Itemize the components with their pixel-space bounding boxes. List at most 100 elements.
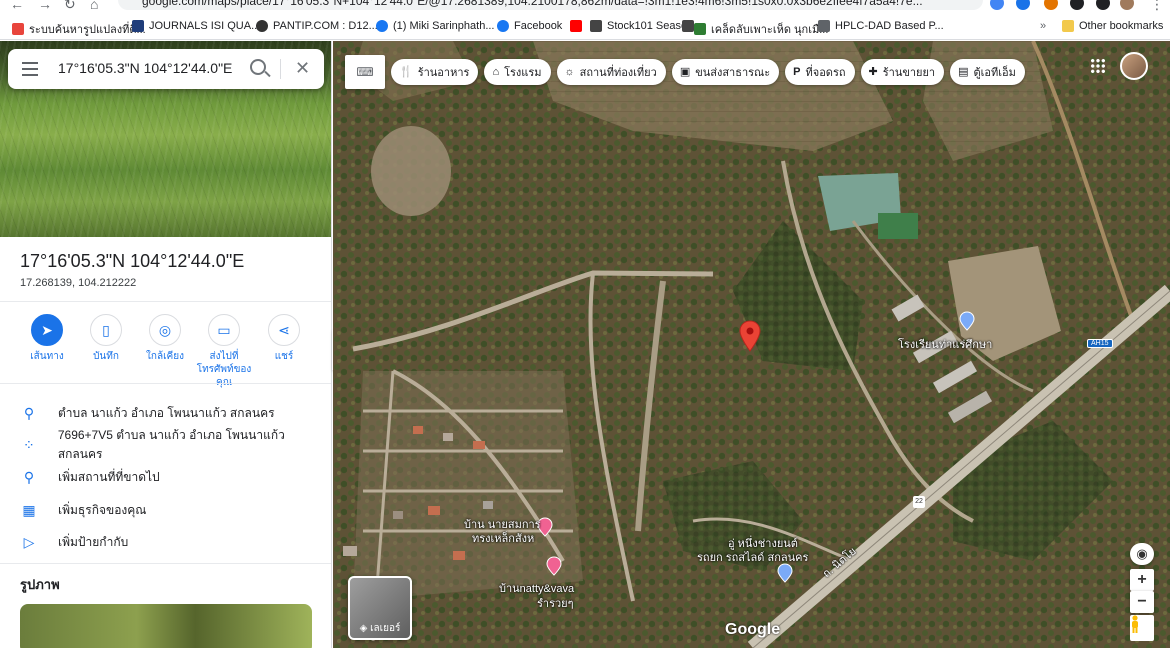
chip-label: ร้านอาหาร <box>417 66 470 79</box>
my-location-icon: ◉ <box>1136 546 1148 561</box>
extension-icon[interactable] <box>1044 0 1058 10</box>
satellite-map[interactable]: ⌨ 🍴 ร้านอาหาร ⌂ โรงแรม ☼ สถานที่ท่องเที่ยว … <box>333 41 1170 648</box>
keyboard-icon[interactable]: ⌨ <box>345 55 385 89</box>
action-label: แชร์ <box>274 351 294 362</box>
chip-label: ขนส่งสาธารณะ <box>695 66 771 79</box>
nearby-button[interactable]: ◎ ใกล้เคียง <box>135 314 195 363</box>
menu-kebab-icon[interactable]: ⋮ <box>1150 0 1164 13</box>
add-missing-place-row[interactable]: ⚲ เพิ่มสถานที่ที่ขาดไป <box>0 462 331 492</box>
bookmark-item[interactable]: PANTIP.COM : D12... <box>256 20 378 32</box>
bookmark-item[interactable]: Stock101 Seaso... <box>590 20 696 32</box>
chip-atm[interactable]: ▤ ตู้เอทีเอ็ม <box>950 58 1025 85</box>
search-divider <box>280 59 281 79</box>
poi-label[interactable]: รำรวยๆ <box>537 594 574 612</box>
extension-icon[interactable] <box>990 0 1004 10</box>
my-location-button[interactable]: ◉ <box>1130 543 1154 565</box>
add-business-row[interactable]: ▦ เพิ่มธุรกิจของคุณ <box>0 495 331 525</box>
chip-parking[interactable]: P ที่จอดรถ <box>785 58 855 85</box>
bookmark-icon: ▯ <box>90 314 122 346</box>
car-repair-pin-icon[interactable] <box>777 563 793 583</box>
sidepanel-icon[interactable] <box>1096 0 1110 10</box>
menu-icon[interactable] <box>22 62 38 76</box>
zoom-in-button[interactable]: + <box>1130 569 1154 591</box>
home-icon[interactable]: ⌂ <box>90 0 98 12</box>
school-pin-icon[interactable] <box>959 311 975 331</box>
poi-label[interactable]: รถยก รถสไลด์ สกลนคร <box>697 548 808 566</box>
save-button[interactable]: ▯ บันทึก <box>76 314 136 363</box>
bookmark-item[interactable]: JOURNALS ISI QUA... <box>132 20 260 32</box>
chip-label: ตู้เอทีเอ็ม <box>973 66 1016 79</box>
address-bar[interactable]: google.com/maps/place/17°16'05.3"N+104°1… <box>118 0 983 10</box>
account-avatar[interactable] <box>1120 52 1148 80</box>
chip-transit[interactable]: ▣ ขนส่งสาธารณะ <box>671 58 780 85</box>
plus-code-row[interactable]: ⁘ 7696+7V5 ตำบล นาแก้ว อำเภอ โพนนาแก้ว ส… <box>0 428 331 461</box>
divider <box>0 301 331 302</box>
poi-label[interactable]: ทรงเหล็กสังห <box>472 529 534 547</box>
bookmark-item[interactable] <box>570 20 582 32</box>
divider <box>0 383 331 384</box>
bookmark-item[interactable] <box>682 20 694 32</box>
profile-avatar[interactable] <box>1120 0 1134 10</box>
reload-icon[interactable]: ↻ <box>64 0 76 13</box>
add-place-icon: ⚲ <box>23 468 35 485</box>
send-to-phone-button[interactable]: ▭ ส่งไปที่โทรศัพท์ของคุณ <box>194 314 254 389</box>
bookmark-item[interactable]: Facebook <box>497 20 562 32</box>
location-pin-icon: ⚲ <box>23 404 35 421</box>
storefront-icon: ▦ <box>22 501 36 518</box>
action-bar: ➤ เส้นทาง ▯ บันทึก ◎ ใกล้เคียง ▭ ส่งไปที… <box>0 314 331 388</box>
school-label[interactable]: โรงเรียนท่าแร่ศึกษา <box>898 335 992 353</box>
parking-icon: P <box>793 65 801 78</box>
bookmark-label: JOURNALS ISI QUA... <box>149 20 261 32</box>
back-icon[interactable]: ← <box>10 0 24 12</box>
bookmark-item[interactable]: (1) Miki Sarinphath... <box>376 20 494 32</box>
chip-pharmacy[interactable]: ✚ ร้านขายยา <box>860 58 945 85</box>
label-icon: ▷ <box>23 533 35 550</box>
folder-icon <box>1062 20 1074 32</box>
bookmark-item[interactable]: HPLC-DAD Based P... <box>818 20 944 32</box>
address-row[interactable]: ⚲ ตำบล นาแก้ว อำเภอ โพนนาแก้ว สกลนคร <box>0 398 331 428</box>
highway-badge: AH15 <box>1087 339 1113 348</box>
dropped-pin-icon[interactable] <box>739 320 761 352</box>
bookmarks-overflow-icon[interactable]: » <box>1040 20 1046 32</box>
add-label-row[interactable]: ▷ เพิ่มป้ายกำกับ <box>0 527 331 557</box>
chip-label: สถานที่ท่องเที่ยว <box>579 66 657 79</box>
action-label: ใกล้เคียง <box>146 351 184 362</box>
search-input[interactable] <box>58 60 238 76</box>
layers-button[interactable]: ◈ เลเยอร์ <box>348 576 412 640</box>
bookmark-favicon-icon <box>497 20 509 32</box>
forward-icon[interactable]: → <box>38 0 52 12</box>
close-icon[interactable]: ✕ <box>295 59 310 77</box>
phone-icon: ▭ <box>208 314 240 346</box>
bookmark-item[interactable]: เคล็ดลับเพาะเห็ด นุกเมื... <box>694 20 828 38</box>
layers-label: ◈ เลเยอร์ <box>359 623 401 634</box>
bookmark-label: (1) Miki Sarinphath... <box>393 20 495 32</box>
share-button[interactable]: ⋖ แชร์ <box>254 314 314 363</box>
place-decimal-coords[interactable]: 17.268139, 104.212222 <box>20 277 136 289</box>
directions-button[interactable]: ➤ เส้นทาง <box>17 314 77 363</box>
puzzle-icon[interactable] <box>1070 0 1084 10</box>
chip-hotels[interactable]: ⌂ โรงแรม <box>484 58 551 85</box>
zoom-out-button[interactable]: − <box>1130 591 1154 613</box>
bookmark-item[interactable]: ระบบค้นหารูปแปลงที่ดิ... <box>12 20 146 38</box>
fork-knife-icon: 🍴 <box>399 66 413 78</box>
pegman-icon <box>1132 615 1138 633</box>
bookmark-favicon-icon <box>818 20 830 32</box>
transit-icon: ▣ <box>679 66 691 78</box>
category-chips: ⌨ 🍴 ร้านอาหาร ⌂ โรงแรม ☼ สถานที่ท่องเที่ยว … <box>345 54 1025 89</box>
lodging-pin-icon[interactable] <box>546 556 562 576</box>
chip-attractions[interactable]: ☼ สถานที่ท่องเที่ยว <box>556 58 666 85</box>
add-missing-place-text: เพิ่มสถานที่ที่ขาดไป <box>58 469 160 484</box>
google-apps-icon[interactable] <box>1090 58 1106 74</box>
address-bar-url: google.com/maps/place/17°16'05.3"N+104°1… <box>142 0 923 8</box>
bookmark-favicon-icon <box>12 23 24 35</box>
bookmark-label: Facebook <box>514 20 563 32</box>
other-bookmarks[interactable]: Other bookmarks <box>1062 20 1163 32</box>
chip-label: ที่จอดรถ <box>805 66 846 79</box>
bookmark-label: ระบบค้นหารูปแปลงที่ดิ... <box>29 24 146 36</box>
pharmacy-icon: ✚ <box>868 66 878 78</box>
photo-thumbnail[interactable] <box>20 604 312 648</box>
extension-icon[interactable] <box>1016 0 1030 10</box>
search-icon[interactable] <box>250 59 266 75</box>
street-view-pegman[interactable] <box>1130 615 1154 641</box>
chip-restaurants[interactable]: 🍴 ร้านอาหาร <box>391 58 479 85</box>
